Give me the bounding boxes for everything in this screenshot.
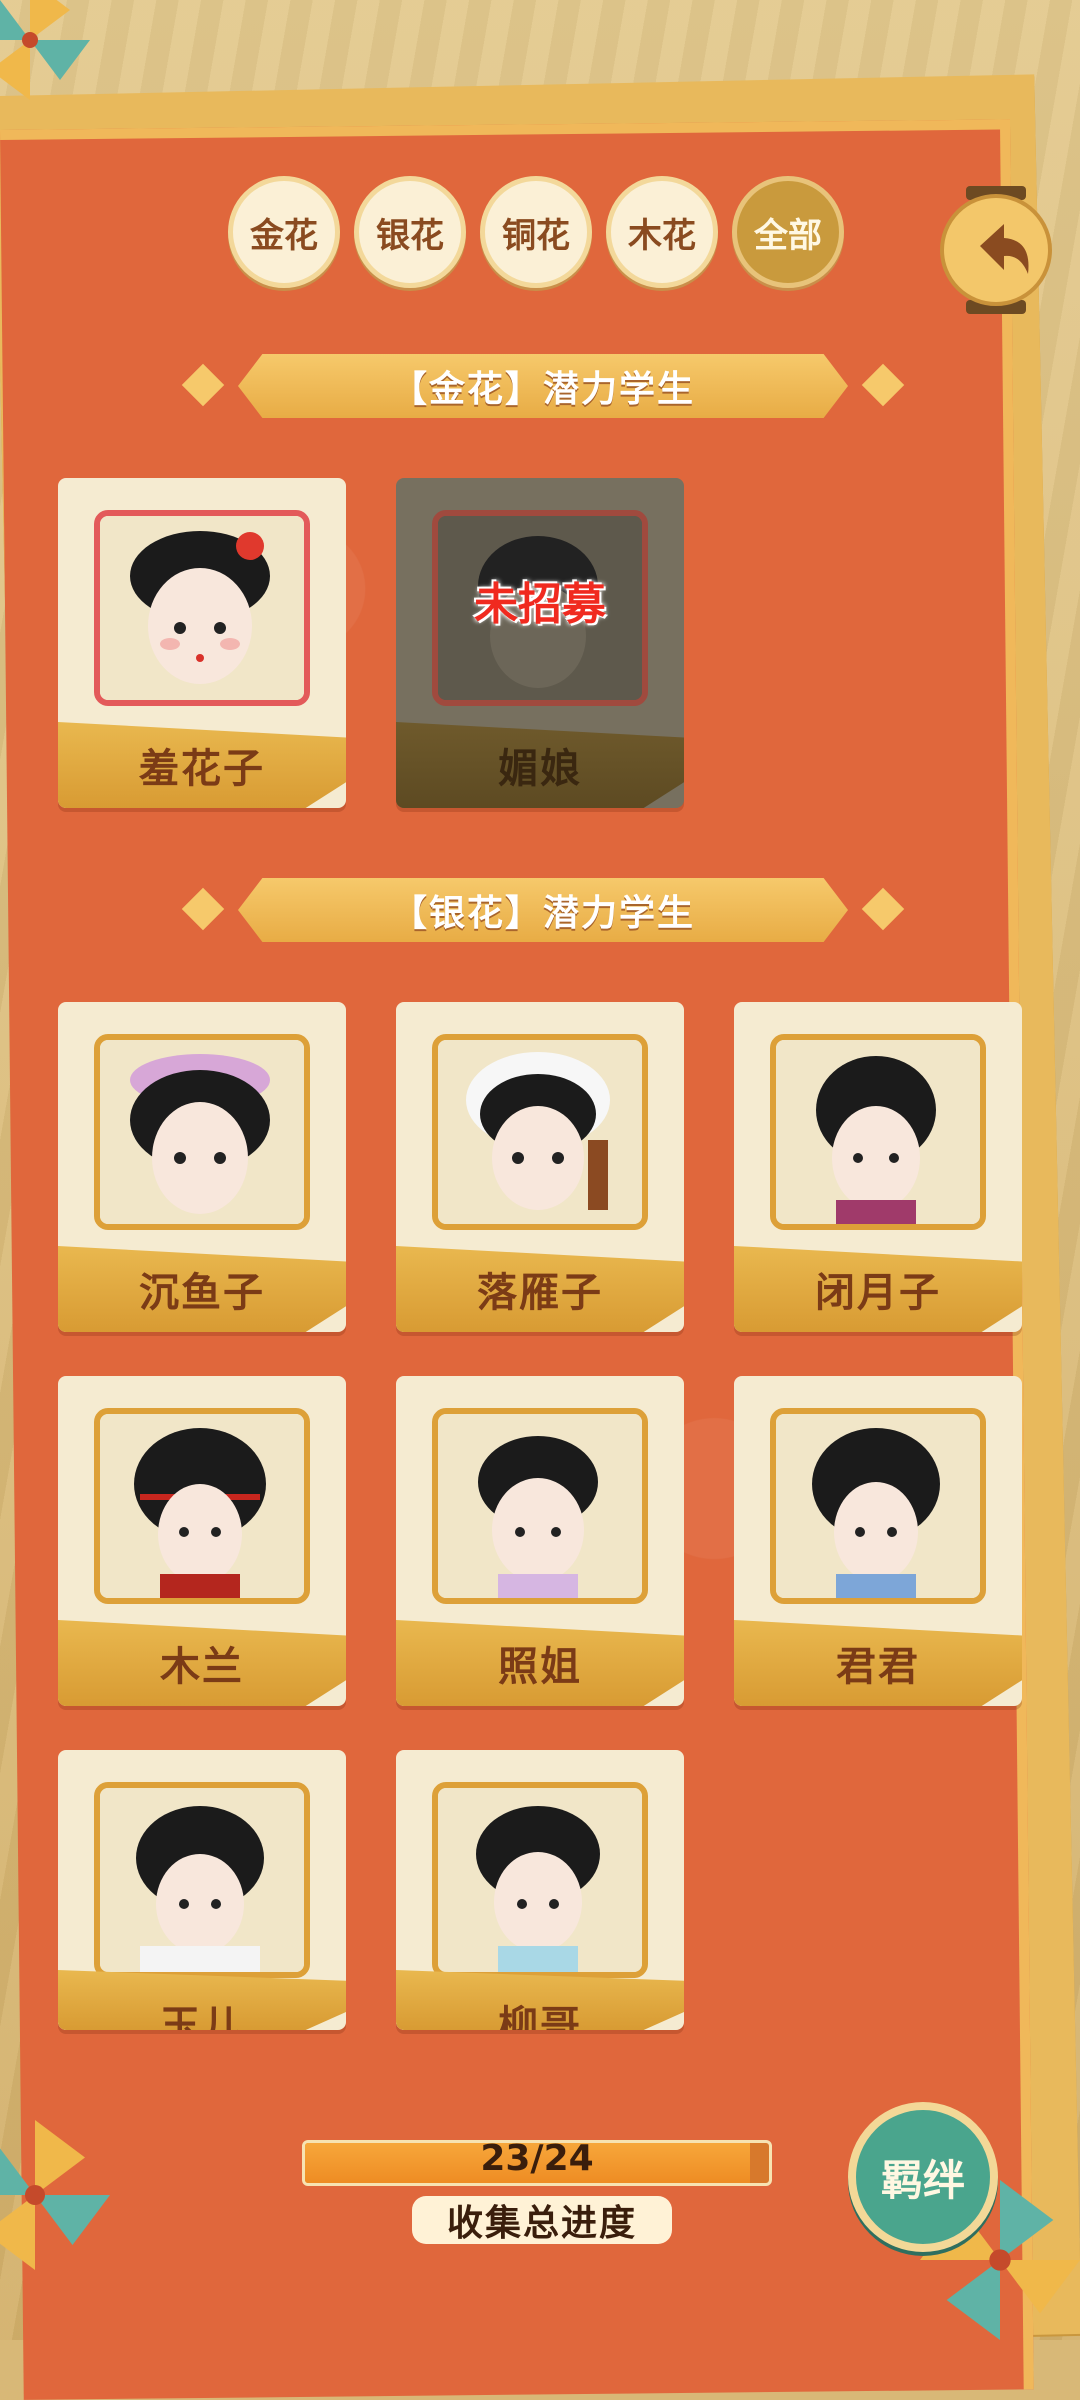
student-portrait bbox=[776, 1040, 980, 1224]
section-title: 【银花】潜力学生 bbox=[390, 893, 695, 934]
student-name: 柳哥 bbox=[498, 2003, 582, 2030]
portrait-frame bbox=[770, 1034, 986, 1230]
student-portrait bbox=[100, 1414, 304, 1598]
student-card-locked[interactable]: 未招募 媚娘 bbox=[396, 478, 684, 808]
not-recruited-label: 未招募 bbox=[474, 579, 606, 630]
portrait-frame bbox=[432, 1782, 648, 1978]
student-card[interactable]: 羞花子 bbox=[58, 478, 346, 808]
portrait-frame bbox=[94, 510, 310, 706]
section-gold-header: 【金花】潜力学生 bbox=[181, 354, 905, 418]
name-band: 落雁子 bbox=[396, 1246, 684, 1332]
student-portrait bbox=[776, 1414, 980, 1598]
portrait-frame bbox=[94, 1782, 310, 1978]
progress-count: 23/24 bbox=[480, 2138, 594, 2179]
tab-bronze[interactable]: 铜花 bbox=[480, 176, 592, 288]
name-band: 沉鱼子 bbox=[58, 1246, 346, 1332]
student-name: 媚娘 bbox=[498, 746, 582, 792]
student-card[interactable]: 木兰 bbox=[58, 1376, 346, 1706]
tab-all[interactable]: 全部 bbox=[732, 176, 844, 288]
student-portrait bbox=[100, 1788, 304, 1972]
name-band: 君君 bbox=[734, 1620, 1022, 1706]
name-band: 木兰 bbox=[58, 1620, 346, 1706]
portrait-frame bbox=[770, 1408, 986, 1604]
section-title: 【金花】潜力学生 bbox=[390, 369, 695, 410]
portrait-frame bbox=[94, 1408, 310, 1604]
student-name: 沉鱼子 bbox=[139, 1270, 265, 1316]
tab-silver[interactable]: 银花 bbox=[354, 176, 466, 288]
name-band: 照姐 bbox=[396, 1620, 684, 1706]
student-name: 照姐 bbox=[498, 1644, 582, 1690]
name-band: 玉儿 bbox=[58, 1970, 346, 2030]
student-portrait bbox=[100, 1040, 304, 1224]
student-card[interactable]: 君君 bbox=[734, 1376, 1022, 1706]
tab-wood[interactable]: 木花 bbox=[606, 176, 718, 288]
tab-gold[interactable]: 金花 bbox=[228, 176, 340, 288]
student-name: 闭月子 bbox=[815, 1270, 941, 1316]
section-silver-header: 【银花】潜力学生 bbox=[181, 878, 905, 942]
progress-label: 收集总进度 bbox=[412, 2196, 672, 2244]
student-portrait bbox=[438, 1414, 642, 1598]
student-portrait bbox=[438, 1040, 642, 1224]
student-name: 落雁子 bbox=[477, 1270, 603, 1316]
portrait-frame bbox=[432, 1408, 648, 1604]
portrait-frame bbox=[432, 1034, 648, 1230]
name-band: 羞花子 bbox=[58, 722, 346, 808]
bond-button[interactable]: 羁绊 bbox=[848, 2102, 998, 2252]
back-button[interactable] bbox=[940, 186, 1052, 314]
student-card[interactable]: 闭月子 bbox=[734, 1002, 1022, 1332]
filter-tabs: 金花 银花 铜花 木花 全部 bbox=[228, 176, 844, 288]
student-name: 玉儿 bbox=[160, 2003, 244, 2030]
student-card[interactable]: 沉鱼子 bbox=[58, 1002, 346, 1332]
student-card[interactable]: 落雁子 bbox=[396, 1002, 684, 1332]
pinwheel-icon bbox=[0, 2120, 110, 2270]
collection-progress: 23/24 收集总进度 bbox=[302, 2120, 782, 2244]
student-name: 木兰 bbox=[160, 1644, 244, 1690]
pinwheel-icon bbox=[0, 0, 90, 100]
student-name: 君君 bbox=[836, 1644, 920, 1690]
name-band: 柳哥 bbox=[396, 1970, 684, 2030]
portrait-frame bbox=[94, 1034, 310, 1230]
name-band: 闭月子 bbox=[734, 1246, 1022, 1332]
name-band: 媚娘 bbox=[396, 722, 684, 808]
student-card[interactable]: 柳哥 bbox=[396, 1750, 684, 2030]
student-name: 羞花子 bbox=[139, 746, 265, 792]
student-card[interactable]: 照姐 bbox=[396, 1376, 684, 1706]
student-portrait bbox=[438, 1788, 642, 1972]
student-portrait bbox=[100, 516, 304, 700]
student-card[interactable]: 玉儿 bbox=[58, 1750, 346, 2030]
